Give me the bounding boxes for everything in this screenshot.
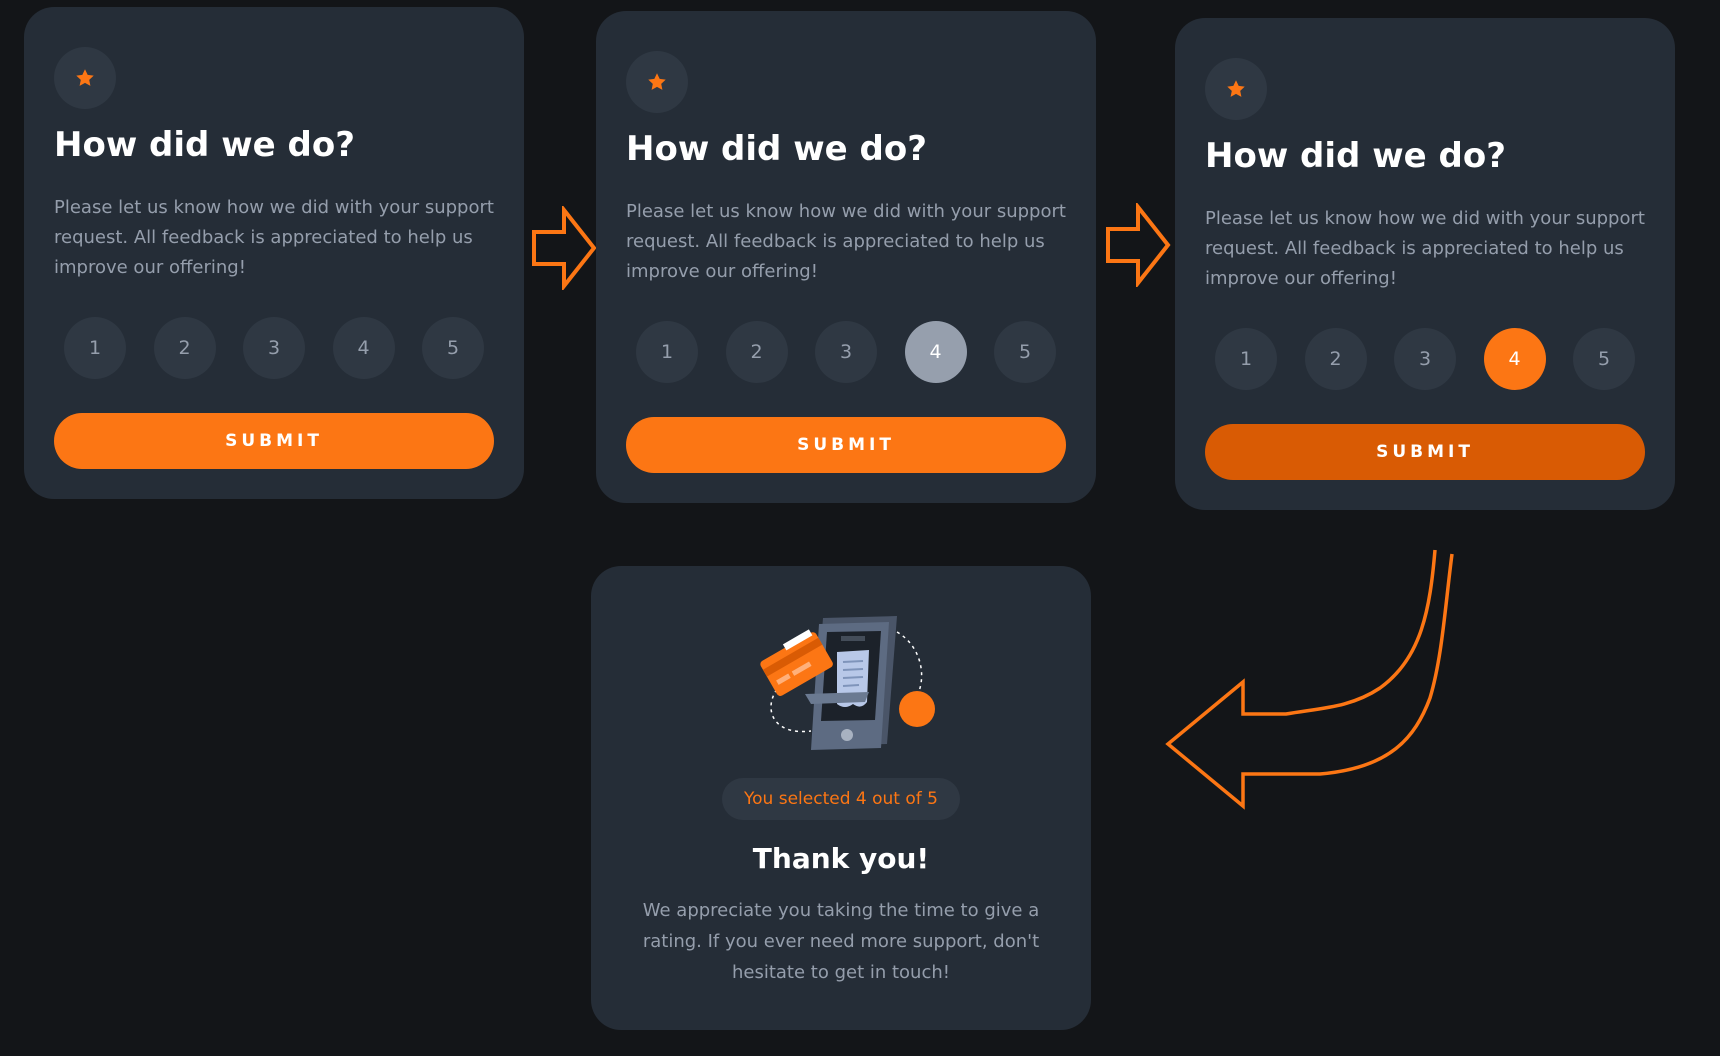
rating-button-5[interactable]: 5: [1573, 328, 1635, 390]
card-description: Please let us know how we did with your …: [1205, 208, 1645, 289]
card-title: How did we do?: [626, 129, 927, 169]
star-icon: [1205, 58, 1267, 120]
curved-arrow-left-icon: [1165, 549, 1454, 810]
submit-button[interactable]: SUBMIT: [54, 413, 494, 469]
selected-rating-badge: You selected 4 out of 5: [722, 778, 960, 820]
rating-button-5[interactable]: 5: [994, 321, 1056, 383]
rating-card-selected: How did we do? Please let us know how we…: [1175, 18, 1675, 510]
rating-options: 1 2 3 4 5: [1215, 328, 1635, 390]
arrow-right-icon: [1106, 203, 1171, 287]
rating-button-5[interactable]: 5: [422, 317, 484, 379]
rating-button-4[interactable]: 4: [904, 321, 967, 383]
rating-card-hover: How did we do? Please let us know how we…: [596, 11, 1096, 503]
rating-button-3[interactable]: 3: [243, 317, 305, 379]
rating-button-2[interactable]: 2: [1304, 328, 1367, 390]
rating-button-1[interactable]: 1: [64, 317, 126, 379]
rating-options: 1 2 3 4 5: [64, 317, 484, 379]
rating-button-4[interactable]: 4: [1483, 328, 1546, 390]
card-description: Please let us know how we did with your …: [626, 201, 1066, 282]
star-icon: [626, 51, 688, 113]
submit-button[interactable]: SUBMIT: [1205, 424, 1645, 480]
rating-button-2[interactable]: 2: [725, 321, 788, 383]
thank-you-card: You selected 4 out of 5 Thank you! We ap…: [591, 566, 1091, 1030]
rating-button-3[interactable]: 3: [1394, 328, 1456, 390]
card-description: Please let us know how we did with your …: [54, 197, 494, 278]
thank-you-description: We appreciate you taking the time to giv…: [642, 900, 1040, 983]
rating-button-1[interactable]: 1: [1215, 328, 1277, 390]
rating-button-4[interactable]: 4: [332, 317, 395, 379]
card-title: How did we do?: [1205, 136, 1506, 176]
rating-card-default: How did we do? Please let us know how we…: [24, 7, 524, 499]
rating-button-1[interactable]: 1: [636, 321, 698, 383]
card-title: How did we do?: [54, 125, 355, 165]
thank-you-title: Thank you!: [752, 842, 930, 875]
payment-illustration: [760, 616, 935, 750]
arrow-right-icon: [532, 206, 597, 290]
submit-button[interactable]: SUBMIT: [626, 417, 1066, 473]
rating-button-3[interactable]: 3: [815, 321, 877, 383]
star-icon: [54, 47, 116, 109]
rating-options: 1 2 3 4 5: [636, 321, 1056, 383]
rating-button-2[interactable]: 2: [153, 317, 216, 379]
